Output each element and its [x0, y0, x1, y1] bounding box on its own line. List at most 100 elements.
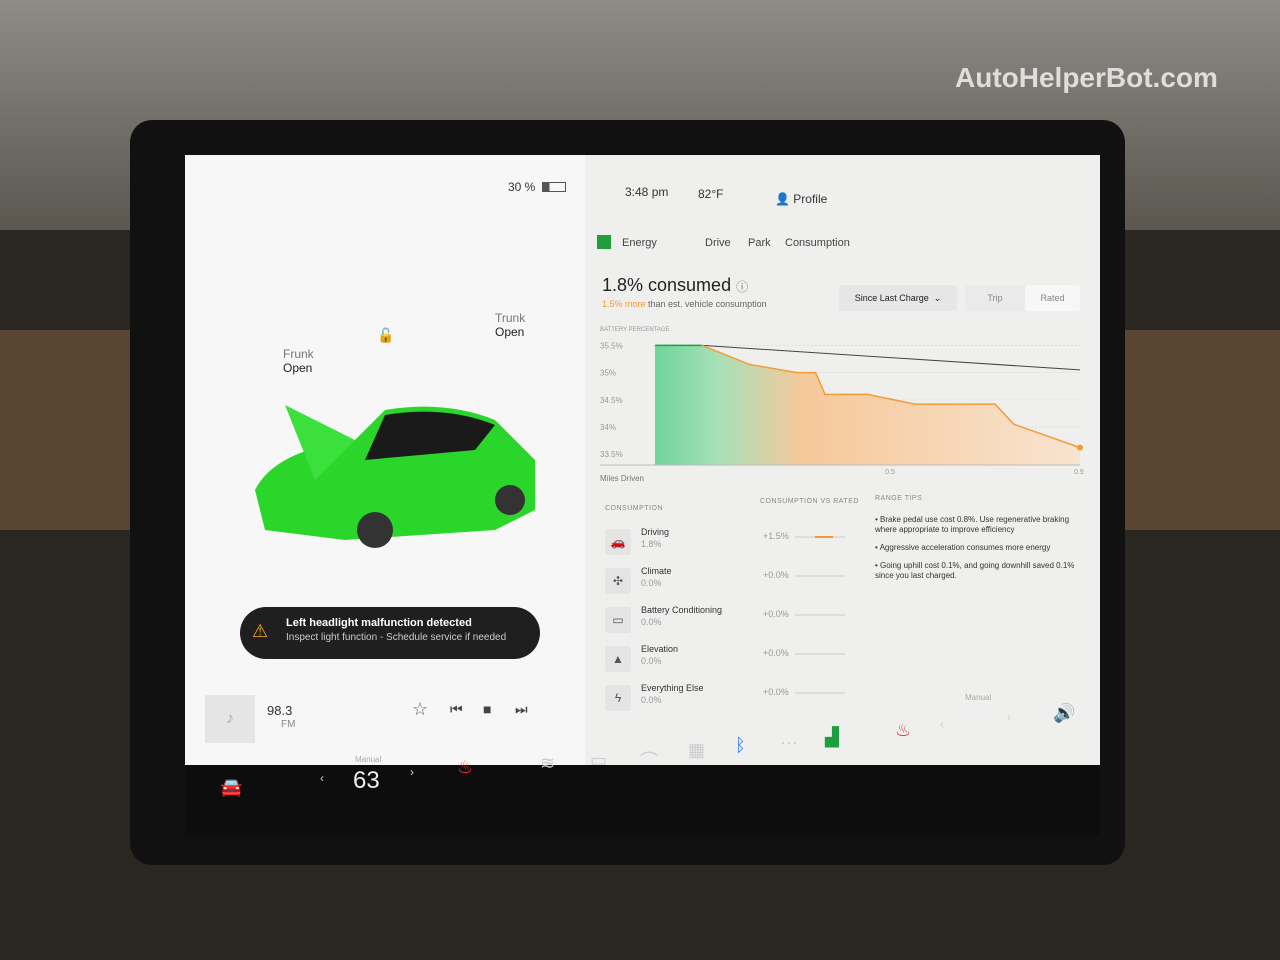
tab-drive[interactable]: Drive — [705, 237, 731, 249]
favorite-star-icon[interactable]: ☆ — [412, 699, 428, 720]
trip-toggle[interactable]: Trip — [965, 285, 1025, 311]
defrost-front-icon[interactable]: ≋ — [540, 753, 555, 774]
battery-chart: BATTERY PERCENTAGE 35.5% 35% 34.5% 34% 33.5% 0… — [600, 327, 1084, 483]
clock: 3:48 pm — [625, 185, 669, 199]
data-point — [913, 403, 916, 405]
more-apps-icon[interactable]: ⋯ — [780, 733, 798, 754]
data-point — [866, 393, 869, 396]
tab-park[interactable]: Park — [748, 237, 771, 249]
defrost-rear-icon[interactable]: ▭ — [590, 750, 607, 771]
delta-bar — [795, 692, 845, 694]
tab-consumption[interactable]: Consumption — [785, 237, 850, 249]
passenger-temp-down-icon[interactable]: ‹ — [940, 717, 944, 731]
data-point — [701, 344, 704, 347]
x-axis-title: Miles Driven — [600, 474, 644, 483]
energy-panel: 3:48 pm 82°F 👤 Profile Energy Drive Park… — [585, 155, 1100, 765]
battery-icon — [542, 182, 566, 192]
band: FM — [281, 719, 296, 730]
alert-banner[interactable]: ⚠ Left headlight malfunction detected In… — [240, 607, 540, 659]
calendar-icon[interactable]: ▦ — [688, 740, 705, 761]
category-name: Driving — [641, 527, 670, 537]
x-tick-label: 0.9 — [1074, 469, 1084, 476]
category-icon: 🚗 — [605, 529, 631, 555]
y-axis-title: BATTERY PERCENTAGE — [600, 327, 670, 333]
volume-icon[interactable]: 🔊 — [1053, 703, 1075, 724]
music-note-icon: ♪ — [205, 695, 255, 743]
energy-app-icon[interactable]: ▟ — [825, 727, 839, 748]
consumption-delta: 1.5% more than est. vehicle consumption — [602, 299, 767, 309]
category-name: Elevation — [641, 644, 679, 654]
range-tip: • Aggressive acceleration consumes more … — [875, 543, 1051, 552]
stop-icon[interactable]: ■ — [483, 701, 491, 717]
touchscreen: 30 % Frunk Open Trunk Open 🔓 ⚠ Left headli… — [185, 155, 1100, 765]
vs-rated-header: CONSUMPTION VS RATED — [760, 498, 859, 505]
data-point — [814, 371, 817, 374]
consumption-row: 🚗 Driving 1.8% +1.5% — [605, 527, 865, 563]
alert-subtitle: Inspect light function - Schedule servic… — [286, 632, 507, 643]
category-value: 1.8% — [641, 539, 662, 549]
frunk-label[interactable]: Frunk Open — [283, 347, 314, 375]
bluetooth-icon[interactable]: ᛒ — [735, 735, 746, 756]
alert-title: Left headlight malfunction detected — [286, 617, 472, 629]
category-icon: ▲ — [605, 646, 631, 672]
wiper-icon[interactable]: ⌒ — [640, 747, 658, 773]
range-tips-header: RANGE TIPS — [875, 495, 923, 502]
current-point — [1077, 444, 1083, 451]
info-icon: ⓘ — [736, 280, 749, 294]
taskbar: 🚘 ‹ Manual 63 › ♨ ≋ ▭ ⌒ ▦ ᛒ ⋯ ▟ ♨ ‹ Manua… — [185, 693, 1100, 835]
car-panel: 30 % Frunk Open Trunk Open 🔓 ⚠ Left headli… — [185, 155, 585, 765]
passenger-seat-heater-icon[interactable]: ♨ — [895, 720, 911, 741]
temp-down-icon[interactable]: ‹ — [320, 771, 324, 785]
delta-bar — [795, 653, 845, 655]
data-point — [994, 403, 996, 405]
delta-bar — [795, 614, 845, 616]
category-value: 0.0% — [641, 617, 662, 627]
category-value: 0.0% — [641, 656, 662, 666]
y-tick-label: 33.5% — [600, 450, 623, 459]
y-tick-label: 35% — [600, 369, 616, 378]
profile-button[interactable]: 👤 Profile — [775, 192, 827, 206]
unlock-icon[interactable]: 🔓 — [377, 327, 394, 344]
warning-icon: ⚠ — [252, 621, 269, 641]
x-tick-label: 0.5 — [885, 469, 895, 476]
passenger-temp-up-icon[interactable]: › — [1007, 710, 1011, 724]
data-point — [1013, 423, 1015, 426]
consumption-row: ▭ Battery Conditioning 0.0% +0.0% — [605, 605, 865, 641]
car-image — [255, 405, 535, 548]
rated-toggle[interactable]: Rated — [1025, 285, 1080, 311]
category-icon: ▭ — [605, 607, 631, 633]
category-delta: +0.0% — [763, 648, 789, 658]
data-point — [654, 344, 656, 347]
consumed-title: 1.8% consumed ⓘ — [602, 275, 749, 295]
person-icon: 👤 — [775, 192, 794, 206]
range-select-dropdown[interactable]: Since Last Charge ⌄ — [839, 285, 957, 311]
next-icon[interactable]: ⏭ — [515, 701, 528, 718]
energy-title: Energy — [622, 237, 657, 249]
watermark: AutoHelperBot.com — [955, 62, 1218, 93]
outside-temp: 82°F — [698, 187, 724, 201]
category-delta: +0.0% — [763, 609, 789, 619]
category-icon: ✣ — [605, 568, 631, 594]
chevron-down-icon: ⌄ — [933, 292, 942, 303]
category-name: Climate — [641, 566, 672, 576]
previous-icon[interactable]: ⏮ — [450, 701, 463, 718]
data-point — [824, 393, 826, 396]
trunk-label[interactable]: Trunk Open — [495, 311, 525, 339]
consumption-row: ▲ Elevation 0.0% +0.0% — [605, 644, 865, 680]
battery-level: 30 % — [508, 180, 536, 194]
passenger-temp[interactable]: Manual 63 — [963, 693, 991, 733]
delta-bar — [795, 536, 845, 538]
car-icon[interactable]: 🚘 — [220, 777, 242, 798]
driver-temp[interactable]: Manual 63 — [353, 755, 381, 795]
category-delta: +0.0% — [763, 687, 789, 697]
temp-up-icon[interactable]: › — [410, 765, 414, 779]
y-tick-label: 34.5% — [600, 396, 623, 405]
energy-app-icon — [597, 235, 611, 249]
consumption-row: ✣ Climate 0.0% +0.0% — [605, 566, 865, 602]
y-tick-label: 34% — [600, 423, 616, 432]
seat-heater-icon[interactable]: ♨ — [457, 757, 473, 778]
area-fill — [655, 345, 1080, 465]
range-tip: • Going uphill cost 0.1%, and going down… — [875, 561, 1075, 580]
category-value: 0.0% — [641, 695, 662, 705]
category-delta: +1.5% — [763, 531, 789, 541]
